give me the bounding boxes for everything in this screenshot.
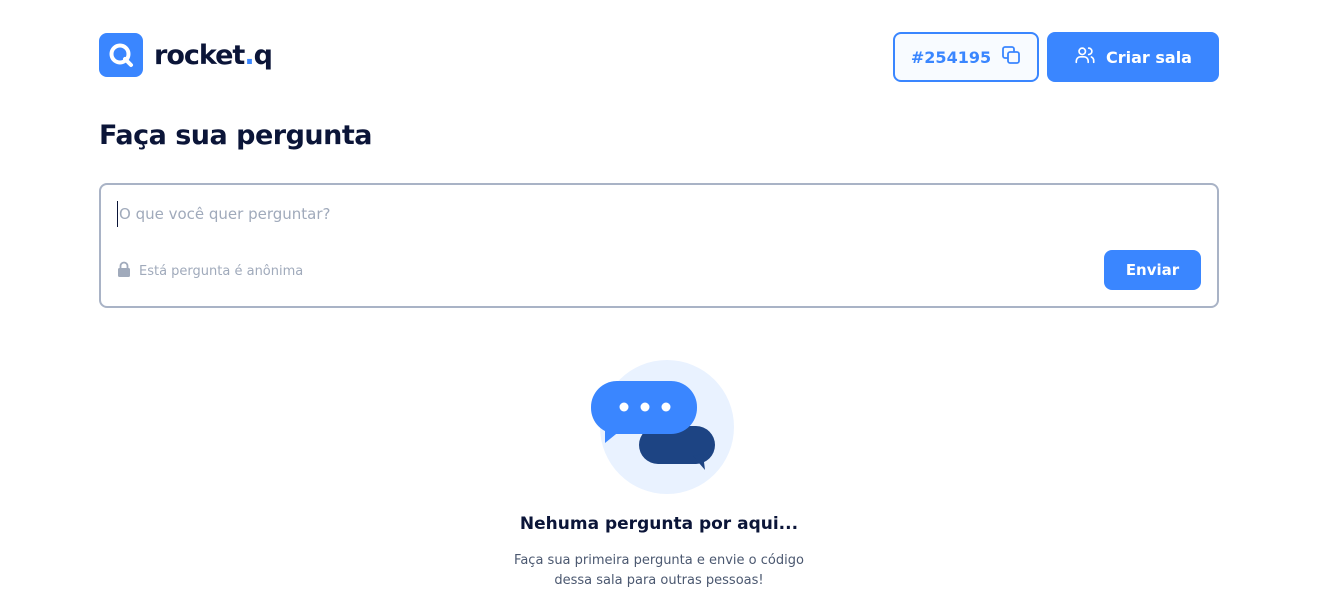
logo-text-main: rocket	[154, 39, 245, 71]
users-icon	[1074, 44, 1096, 70]
create-room-label: Criar sala	[1106, 47, 1192, 67]
room-code-label: #254195	[910, 47, 992, 67]
send-button[interactable]: Enviar	[1104, 250, 1201, 290]
copy-icon	[1001, 45, 1021, 69]
logo-text-end: q	[253, 39, 273, 71]
empty-state-title: Nehuma pergunta por aqui...	[519, 514, 799, 534]
lock-icon	[117, 261, 131, 281]
empty-state-description: Faça sua primeira pergunta e envie o cód…	[514, 553, 804, 588]
search-bubble-icon	[99, 33, 143, 77]
page: rocket. q #254195 Criar sala Faça sua per…	[0, 0, 1328, 593]
app-logo[interactable]: rocket. q	[99, 33, 273, 77]
anonymous-notice: Está pergunta é anônima	[117, 261, 303, 281]
question-form: Está pergunta é anônima Enviar	[99, 183, 1219, 308]
anonymous-label: Está pergunta é anônima	[139, 263, 304, 279]
logo-text-dot: .	[244, 39, 254, 71]
logo-text: rocket. q	[154, 39, 273, 71]
room-code-button[interactable]: #254195	[893, 32, 1039, 82]
create-room-button[interactable]: Criar sala	[1047, 32, 1219, 82]
chat-bubbles-icon	[585, 358, 735, 498]
page-title: Faça sua pergunta	[99, 120, 372, 151]
question-input[interactable]	[117, 201, 1197, 227]
